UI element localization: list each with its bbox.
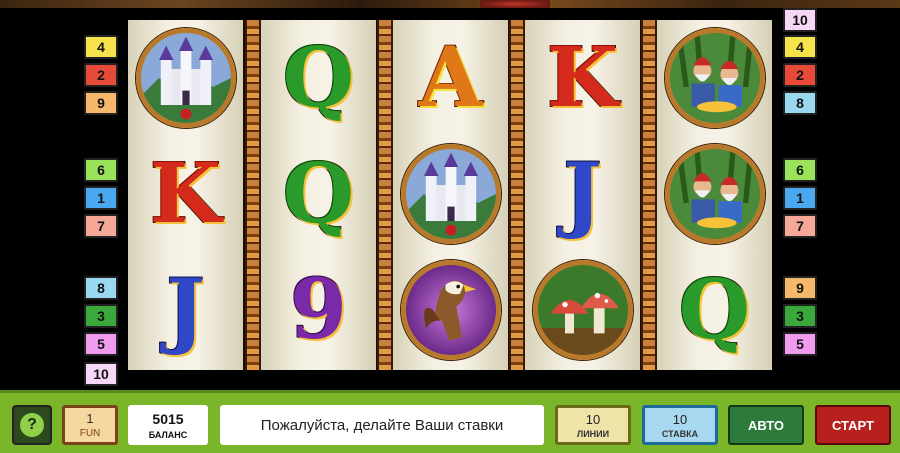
line-marker[interactable]: 1 [783, 186, 817, 210]
line-marker[interactable]: 7 [84, 214, 118, 238]
symbol-mushroom [525, 252, 640, 368]
symbol-letter: K [149, 146, 222, 242]
line-marker[interactable]: 9 [783, 276, 817, 300]
reel-4: K J [525, 20, 640, 370]
symbol-cell: Q [261, 136, 376, 252]
line-marker[interactable]: 6 [84, 158, 118, 182]
symbol-letter: Q [282, 146, 355, 242]
start-button[interactable]: СТАРТ [815, 405, 891, 445]
line-marker[interactable]: 10 [84, 362, 118, 386]
auto-button[interactable]: АВТО [728, 405, 804, 445]
symbol-cell: K [128, 136, 243, 252]
symbol-letter: 9 [289, 262, 348, 358]
lines-button[interactable]: 10 ЛИНИИ [555, 405, 631, 445]
line-marker[interactable]: 9 [84, 91, 118, 115]
fun-value: 1 [86, 411, 94, 426]
griffin-icon [400, 260, 501, 360]
balance-value: 5015 [152, 410, 184, 427]
reel-separator [245, 20, 261, 370]
symbol-cell: 9 [261, 252, 376, 368]
line-marker[interactable]: 8 [84, 276, 118, 300]
symbol-letter: Q [678, 262, 751, 358]
symbol-griffin [393, 252, 508, 368]
fun-label: FUN [79, 428, 101, 439]
line-marker[interactable]: 6 [783, 158, 817, 182]
fun-button[interactable]: 1 FUN [62, 405, 118, 445]
status-message: Пожалуйста, делайте Ваши ставки [220, 405, 544, 445]
bet-value: 10 [672, 411, 688, 427]
symbol-castle [393, 136, 508, 252]
symbol-gnomes [657, 136, 772, 252]
gnomes-icon [664, 144, 765, 244]
reel-separator [509, 20, 525, 370]
line-marker[interactable]: 7 [783, 214, 817, 238]
line-marker[interactable]: 8 [783, 91, 817, 115]
line-marker[interactable]: 3 [84, 304, 118, 328]
reel-area: K J Q Q 9 A K J Q [128, 20, 772, 370]
line-marker[interactable]: 2 [783, 63, 817, 87]
symbol-cell: Q [261, 20, 376, 136]
symbol-castle [128, 20, 243, 136]
symbol-cell: A [393, 20, 508, 136]
reel-3: A [393, 20, 508, 370]
symbol-cell: K [525, 20, 640, 136]
symbol-letter: K [546, 30, 619, 126]
symbol-cell: Q [657, 252, 772, 368]
balance-display: 5015 БАЛАНС [128, 405, 208, 445]
reel-5: Q [657, 20, 772, 370]
bet-label: СТАВКА [661, 428, 699, 439]
line-marker[interactable]: 5 [783, 332, 817, 356]
mushroom-icon [532, 260, 633, 360]
help-button[interactable]: ? [12, 405, 52, 445]
line-marker[interactable]: 10 [783, 8, 817, 32]
symbol-letter: J [562, 146, 603, 242]
bet-button[interactable]: 10 СТАВКА [642, 405, 718, 445]
control-bar: ? 1 FUN 5015 БАЛАНС Пожалуйста, делайте … [0, 390, 900, 453]
symbol-cell: J [525, 136, 640, 252]
castle-icon [135, 28, 236, 128]
balance-label: БАЛАНС [148, 429, 188, 440]
reel-2: Q Q 9 [261, 20, 376, 370]
reel-separator [377, 20, 393, 370]
gnomes-icon [664, 28, 765, 128]
symbol-letter: A [418, 30, 484, 126]
top-decor-strip [0, 0, 900, 8]
reel-separator [641, 20, 657, 370]
lines-label: ЛИНИИ [576, 428, 610, 439]
symbol-letter: J [165, 262, 206, 358]
symbol-letter: Q [282, 30, 355, 126]
help-icon: ? [20, 413, 44, 437]
castle-icon [400, 144, 501, 244]
lines-value: 10 [585, 411, 601, 427]
line-marker[interactable]: 3 [783, 304, 817, 328]
reel-1: K J [128, 20, 243, 370]
line-marker[interactable]: 4 [84, 35, 118, 59]
line-marker[interactable]: 2 [84, 63, 118, 87]
line-marker[interactable]: 4 [783, 35, 817, 59]
line-marker[interactable]: 1 [84, 186, 118, 210]
symbol-gnomes [657, 20, 772, 136]
symbol-cell: J [128, 252, 243, 368]
line-marker[interactable]: 5 [84, 332, 118, 356]
